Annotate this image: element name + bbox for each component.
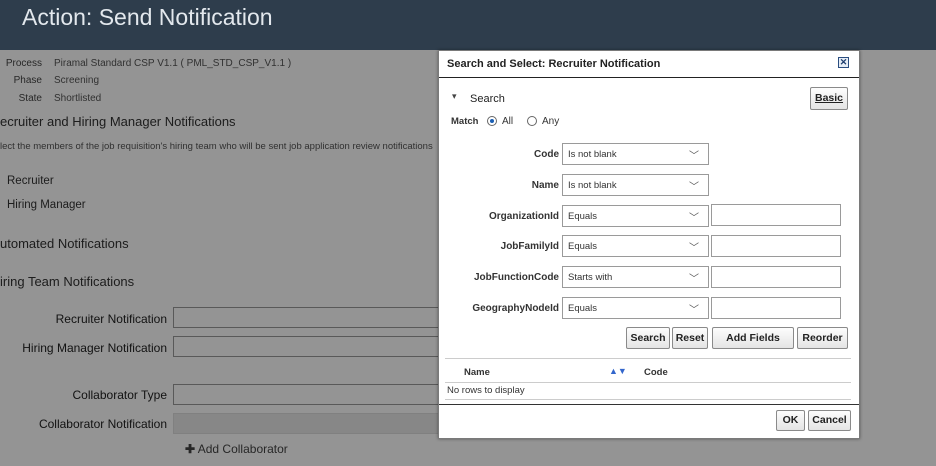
match-any-label: Any (542, 116, 560, 127)
column-header-name[interactable]: Name (464, 367, 490, 378)
jobfamilyid-operator-value: Equals (568, 241, 598, 252)
close-icon[interactable]: ✕ (838, 57, 849, 68)
reorder-button[interactable]: Reorder (797, 327, 848, 349)
ok-button[interactable]: OK (776, 410, 805, 431)
collapse-search-icon[interactable]: ▾ (452, 91, 457, 102)
cancel-button[interactable]: Cancel (808, 410, 851, 431)
geographynodeid-value-input[interactable] (711, 297, 841, 319)
organizationid-operator-value: Equals (568, 211, 598, 222)
add-fields-button[interactable]: Add Fields (712, 327, 794, 349)
chevron-down-icon: ﹀ (689, 274, 699, 285)
chevron-down-icon: ﹀ (689, 213, 699, 224)
empty-table-message: No rows to display (447, 385, 525, 396)
code-operator-select[interactable]: Is not blank ﹀ (562, 143, 709, 165)
search-select-dialog: Search and Select: Recruiter Notificatio… (438, 50, 860, 439)
jobfunctioncode-operator-select[interactable]: Starts with ﹀ (562, 266, 709, 288)
criteria-label-geographynodeid: GeographyNodeId (472, 303, 559, 314)
jobfunctioncode-value-input[interactable] (711, 266, 841, 288)
match-label: Match (451, 116, 479, 127)
sort-icon[interactable]: ▲▼ (609, 366, 627, 376)
search-button[interactable]: Search (626, 327, 670, 349)
criteria-label-jobfunctioncode: JobFunctionCode (474, 272, 559, 283)
code-operator-value: Is not blank (568, 149, 617, 160)
criteria-label-name: Name (531, 180, 559, 191)
match-all-radio[interactable] (487, 116, 497, 126)
dialog-title-divider (439, 77, 859, 78)
jobfamilyid-operator-select[interactable]: Equals ﹀ (562, 235, 709, 257)
jobfunctioncode-operator-value: Starts with (568, 272, 613, 283)
criteria-label-jobfamilyid: JobFamilyId (500, 241, 559, 252)
basic-button[interactable]: Basic (810, 87, 848, 110)
reset-button[interactable]: Reset (672, 327, 708, 349)
table-header-divider (445, 382, 851, 383)
chevron-down-icon: ﹀ (689, 243, 699, 254)
name-operator-select[interactable]: Is not blank ﹀ (562, 174, 709, 196)
match-any-radio[interactable] (527, 116, 537, 126)
geographynodeid-operator-select[interactable]: Equals ﹀ (562, 297, 709, 319)
dialog-footer-divider (439, 404, 859, 405)
column-header-code[interactable]: Code (644, 367, 668, 378)
match-all-label: All (502, 116, 514, 127)
criteria-label-organizationid: OrganizationId (489, 211, 559, 222)
jobfamilyid-value-input[interactable] (711, 235, 841, 257)
chevron-down-icon: ﹀ (689, 151, 699, 162)
table-top-border (445, 358, 851, 359)
geographynodeid-operator-value: Equals (568, 303, 598, 314)
page-title: Action: Send Notification (22, 4, 273, 30)
table-bottom-border (445, 399, 851, 400)
dialog-title: Search and Select: Recruiter Notificatio… (447, 58, 661, 70)
name-operator-value: Is not blank (568, 180, 617, 191)
organizationid-value-input[interactable] (711, 204, 841, 226)
chevron-down-icon: ﹀ (689, 182, 699, 193)
chevron-down-icon: ﹀ (689, 305, 699, 316)
criteria-label-code: Code (534, 149, 559, 160)
search-heading: Search (470, 93, 505, 105)
organizationid-operator-select[interactable]: Equals ﹀ (562, 205, 709, 227)
